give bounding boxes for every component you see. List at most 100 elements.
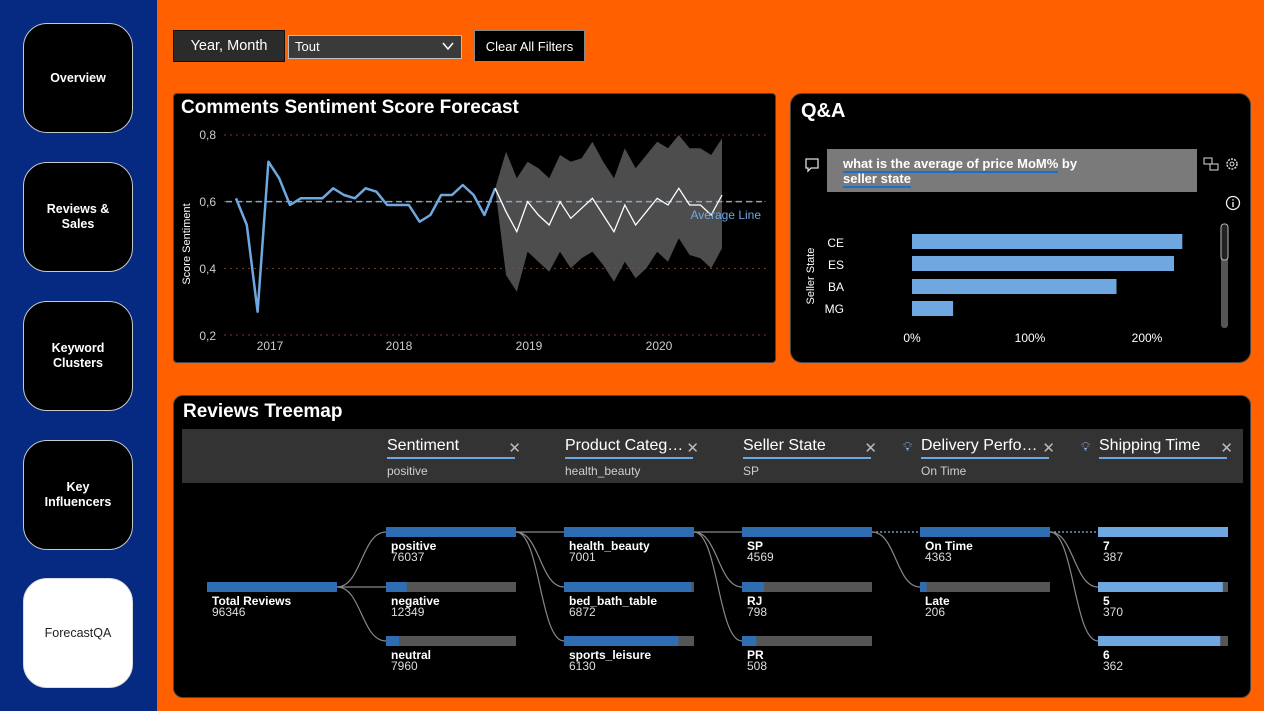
node-bar-fill bbox=[1098, 527, 1228, 537]
node-count: 4363 bbox=[925, 550, 952, 564]
x-tick-label: 0% bbox=[903, 331, 921, 345]
info-icon[interactable] bbox=[1225, 195, 1241, 211]
node-count: 206 bbox=[925, 605, 945, 619]
chevron-down-icon bbox=[442, 42, 454, 51]
x-tick-label: 2018 bbox=[386, 339, 413, 353]
node-count: 4569 bbox=[747, 550, 774, 564]
year-month-dropdown[interactable]: Tout bbox=[288, 35, 462, 59]
qa-ylabel: Seller State bbox=[805, 248, 817, 305]
bar-es[interactable] bbox=[912, 256, 1174, 271]
tree-connector bbox=[871, 531, 921, 588]
year-month-filter-label[interactable]: Year, Month bbox=[173, 30, 285, 62]
node-count: 508 bbox=[747, 659, 767, 673]
tree-connector bbox=[336, 586, 387, 642]
bar-ba[interactable] bbox=[912, 279, 1117, 294]
y-tick-label: 0,6 bbox=[199, 195, 216, 209]
gear-icon[interactable] bbox=[1224, 156, 1240, 172]
actual-series-line[interactable] bbox=[234, 160, 497, 313]
nav-key-influencers-button[interactable]: Key Influencers bbox=[23, 440, 133, 550]
node-bar-fill bbox=[1098, 636, 1221, 646]
chat-icon[interactable] bbox=[804, 157, 820, 173]
nav-reviews-sales-button[interactable]: Reviews & Sales bbox=[23, 162, 133, 272]
bar-mg[interactable] bbox=[912, 301, 954, 316]
forecast-chart[interactable]: Score Sentiment 0,8 0,6 0,4 0,2 2017 201… bbox=[174, 94, 777, 364]
x-tick-label: 2019 bbox=[516, 339, 543, 353]
tree-node[interactable]: RJ798 bbox=[742, 582, 872, 619]
node-count: 76037 bbox=[391, 550, 425, 564]
node-bar-fill bbox=[386, 582, 407, 592]
node-count: 12349 bbox=[391, 605, 425, 619]
node-count: 362 bbox=[1103, 659, 1123, 673]
node-bar-fill bbox=[1098, 582, 1223, 592]
query-term: seller state bbox=[843, 171, 911, 188]
node-bar-fill bbox=[920, 527, 1050, 537]
node-bar-fill bbox=[564, 636, 679, 646]
node-bar-track bbox=[742, 636, 872, 646]
tree-node[interactable]: 7387 bbox=[1098, 527, 1228, 564]
nav-forecastqa-button[interactable]: ForecastQA bbox=[23, 578, 133, 688]
node-bar-fill bbox=[742, 636, 757, 646]
scrollbar-thumb[interactable] bbox=[1220, 223, 1229, 261]
forecast-ylabel: Score Sentiment bbox=[181, 203, 193, 284]
tree-connector bbox=[515, 531, 565, 642]
node-count: 6872 bbox=[569, 605, 596, 619]
dropdown-value: Tout bbox=[295, 39, 320, 54]
tree-node[interactable]: Late206 bbox=[920, 582, 1050, 619]
tree-root-node[interactable]: Total Reviews96346 bbox=[207, 582, 337, 619]
y-tick-label: 0,4 bbox=[199, 262, 216, 276]
tree-node[interactable]: neutral7960 bbox=[386, 636, 516, 673]
node-count: 7960 bbox=[391, 659, 418, 673]
node-bar-fill bbox=[742, 582, 765, 592]
nav-label: Key Influencers bbox=[44, 480, 112, 509]
decomposition-tree: Total Reviews96346 positive76037 negative1… bbox=[207, 527, 1228, 673]
clear-all-filters-button[interactable]: Clear All Filters bbox=[474, 30, 585, 62]
qa-title: Q&A bbox=[801, 100, 846, 122]
tree-node[interactable]: bed_bath_table6872 bbox=[564, 582, 694, 619]
tree-node[interactable]: SP4569 bbox=[742, 527, 872, 564]
tree-connector bbox=[693, 531, 743, 588]
node-bar-fill bbox=[564, 527, 694, 537]
node-count: 6130 bbox=[569, 659, 596, 673]
node-count: 387 bbox=[1103, 550, 1123, 564]
tree-connector bbox=[336, 531, 387, 588]
turn-into-visual-icon[interactable] bbox=[1203, 156, 1219, 172]
tree-node[interactable]: positive76037 bbox=[386, 527, 516, 564]
node-count: 370 bbox=[1103, 605, 1123, 619]
node-bar-fill bbox=[386, 527, 516, 537]
category-label: ES bbox=[828, 258, 844, 272]
sidebar: Overview Reviews & Sales Keyword Cluster… bbox=[0, 0, 157, 711]
x-tick-label: 2020 bbox=[646, 339, 673, 353]
bar-ce[interactable] bbox=[912, 234, 1183, 249]
x-tick-label: 2017 bbox=[257, 339, 284, 353]
tree-node[interactable]: PR508 bbox=[742, 636, 872, 673]
tree-node[interactable]: 5370 bbox=[1098, 582, 1228, 619]
treemap-panel: Reviews Treemap Sentiment positive ✕ Pro… bbox=[173, 395, 1251, 698]
average-line-label: Average Line bbox=[691, 208, 762, 222]
category-label: MG bbox=[825, 302, 844, 316]
node-bar-fill bbox=[920, 582, 927, 592]
tree-connector bbox=[1049, 531, 1099, 642]
nav-keyword-clusters-button[interactable]: Keyword Clusters bbox=[23, 301, 133, 411]
node-bar-fill bbox=[742, 527, 872, 537]
node-bar-track bbox=[920, 582, 1050, 592]
scrollbar-track[interactable] bbox=[1221, 224, 1228, 328]
forecast-panel: Comments Sentiment Score Forecast Score … bbox=[173, 93, 776, 363]
tree-node[interactable]: sports_leisure6130 bbox=[564, 636, 694, 673]
tree-connector bbox=[1049, 531, 1099, 588]
category-label: CE bbox=[827, 236, 844, 250]
node-count: 798 bbox=[747, 605, 767, 619]
tree-node[interactable]: On Time4363 bbox=[920, 527, 1050, 564]
qa-query-input[interactable]: what is the average of price MoM% by sel… bbox=[827, 149, 1197, 192]
tree-node[interactable]: health_beauty7001 bbox=[564, 527, 694, 564]
tree-connector bbox=[515, 531, 565, 588]
nav-label: Overview bbox=[50, 70, 106, 85]
tree-node[interactable]: negative12349 bbox=[386, 582, 516, 619]
query-text: by bbox=[1058, 156, 1078, 171]
node-bar-fill bbox=[207, 582, 337, 592]
tree-node[interactable]: 6362 bbox=[1098, 636, 1228, 673]
nav-overview-button[interactable]: Overview bbox=[23, 23, 133, 133]
node-count: 7001 bbox=[569, 550, 596, 564]
y-tick-label: 0,8 bbox=[199, 128, 216, 142]
nav-label: Keyword Clusters bbox=[51, 341, 105, 370]
nav-label: ForecastQA bbox=[44, 625, 112, 640]
